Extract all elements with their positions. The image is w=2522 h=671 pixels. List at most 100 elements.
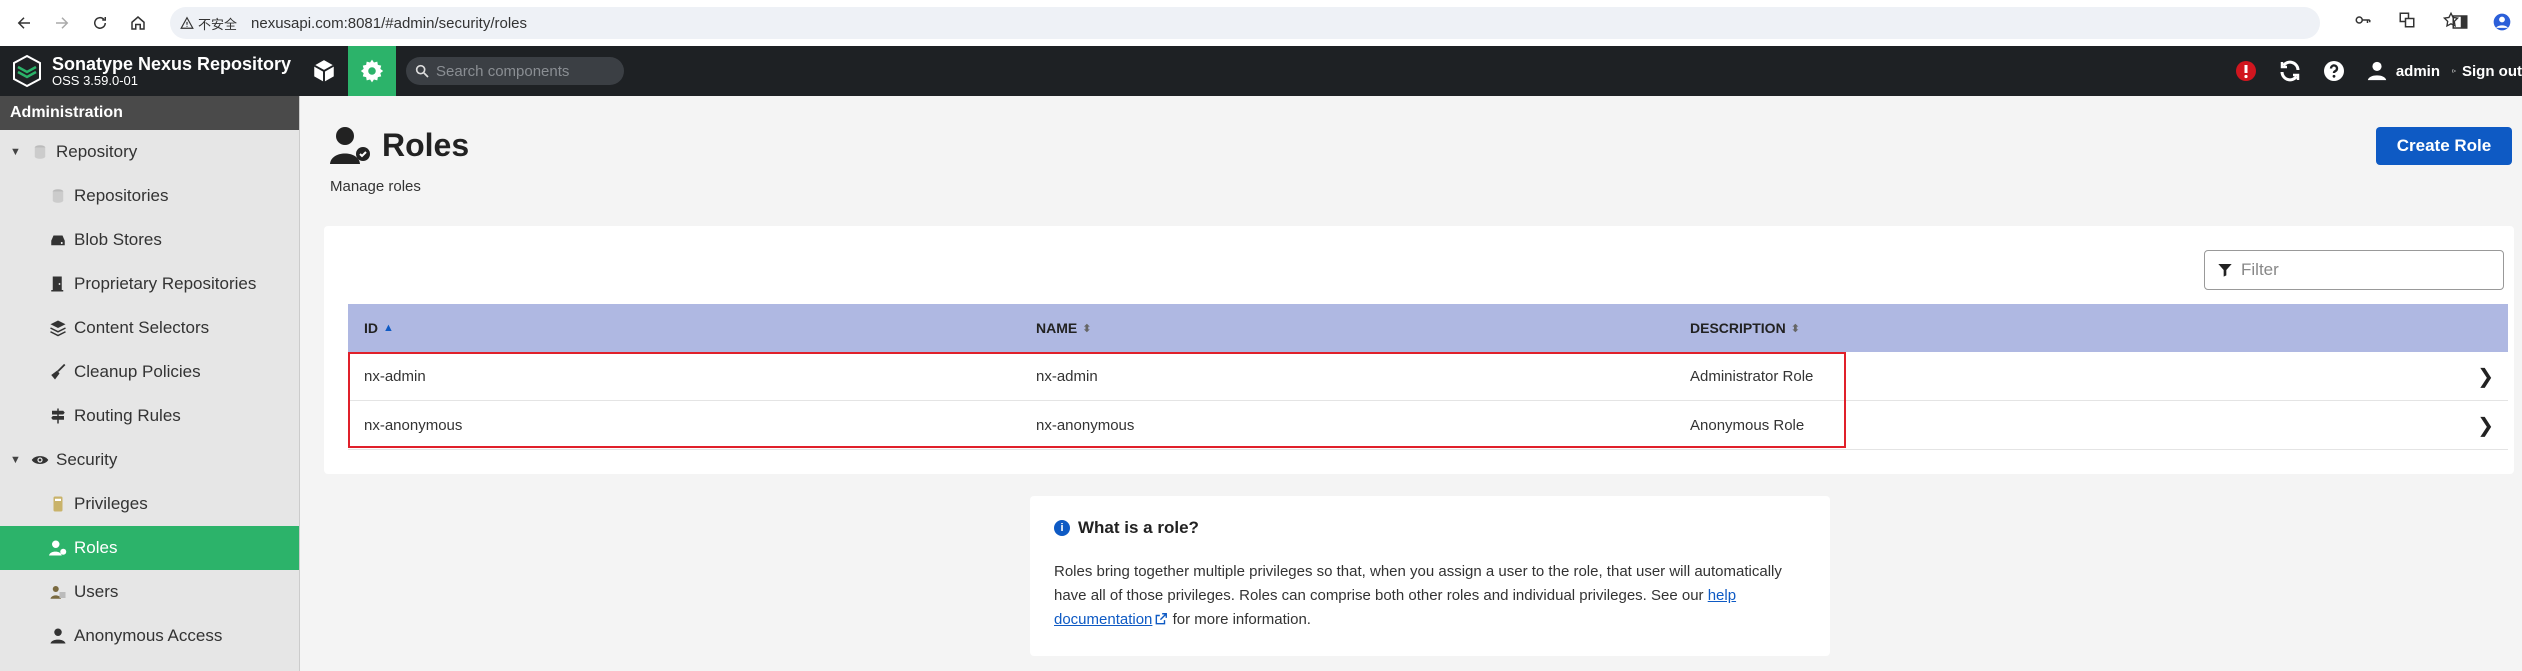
sidebar-group-repository[interactable]: ▼ Repository: [0, 130, 299, 174]
cube-icon: [313, 60, 335, 82]
role-description: Administrator Role: [1690, 367, 1814, 385]
role-name: nx-anonymous: [1036, 416, 1135, 434]
gear-icon: [360, 59, 384, 83]
database-icon: [30, 142, 50, 162]
back-icon[interactable]: [10, 9, 38, 37]
admin-mode-button[interactable]: [348, 46, 396, 96]
sidebar-item-blob-stores[interactable]: Blob Stores: [0, 218, 299, 262]
sort-icon: ⬍: [1082, 322, 1092, 335]
security-warning[interactable]: 不安全: [180, 14, 251, 33]
info-text-after: for more information.: [1168, 611, 1311, 628]
sidebar-item-label: Content Selectors: [74, 318, 210, 337]
info-text-before: Roles bring together multiple privileges…: [1054, 563, 1782, 604]
sidebar-item-label: Users: [74, 582, 119, 601]
search-icon: [415, 64, 429, 78]
users-icon: [48, 582, 68, 602]
sort-asc-icon: ▲: [383, 322, 394, 334]
filter-input[interactable]: [2241, 260, 2491, 280]
door-icon: [48, 274, 68, 294]
table-row[interactable]: nx-admin nx-admin Administrator Role ❯: [348, 352, 2508, 401]
sidebar-item-label: Security: [56, 450, 118, 469]
drive-icon: [48, 230, 68, 250]
roles-table: ID ▲ NAME ⬍ DESCRIPTION ⬍ nx-admin nx-ad…: [348, 304, 2508, 450]
sidebar-item-proprietary-repositories[interactable]: Proprietary Repositories: [0, 262, 299, 306]
table-row[interactable]: nx-anonymous nx-anonymous Anonymous Role…: [348, 401, 2508, 450]
browser-toolbar: 不安全 nexusapi.com:8081/#admin/security/ro…: [0, 0, 2522, 46]
role-id: nx-anonymous: [364, 416, 463, 434]
sort-icon: ⬍: [1790, 322, 1800, 335]
caret-down-icon[interactable]: ▼: [10, 454, 24, 466]
sidebar-item-users[interactable]: Users: [0, 570, 299, 614]
sidebar-heading: Administration: [0, 96, 299, 130]
app-title: Sonatype Nexus Repository: [52, 53, 292, 74]
search-input[interactable]: [436, 62, 616, 80]
sonatype-logo-icon: [13, 54, 41, 88]
app-logo[interactable]: Sonatype Nexus Repository OSS 3.59.0-01: [0, 46, 300, 96]
info-title: i What is a role?: [1054, 518, 1806, 538]
system-alert-icon[interactable]: [2224, 46, 2268, 96]
info-title-text: What is a role?: [1078, 518, 1199, 537]
user-icon: [2367, 61, 2386, 81]
sidebar-item-repositories[interactable]: Repositories: [0, 174, 299, 218]
sidebar-item-privileges[interactable]: Privileges: [0, 482, 299, 526]
database-icon: [48, 186, 68, 206]
address-bar[interactable]: 不安全 nexusapi.com:8081/#admin/security/ro…: [170, 7, 2320, 39]
browse-mode-button[interactable]: [300, 46, 348, 96]
sidebar-item-anonymous-access[interactable]: Anonymous Access: [0, 614, 299, 658]
page-subtitle: Manage roles: [330, 178, 421, 195]
search-box[interactable]: [406, 57, 624, 85]
role-name: nx-admin: [1036, 367, 1098, 385]
sidebar-item-label: Repository: [56, 142, 138, 161]
sign-out-button[interactable]: Sign out: [2452, 61, 2522, 81]
sidebar-item-label: Proprietary Repositories: [74, 274, 257, 293]
app-version: OSS 3.59.0-01: [52, 72, 138, 88]
sidebar-item-label: Routing Rules: [74, 406, 181, 425]
user-menu[interactable]: admin: [2356, 60, 2452, 82]
help-icon[interactable]: [2312, 46, 2356, 96]
translate-icon[interactable]: [2396, 9, 2418, 31]
sidebar-item-roles[interactable]: Roles: [0, 526, 299, 570]
sidebar-item-label: Cleanup Policies: [74, 362, 201, 381]
medal-icon: [48, 494, 68, 514]
role-id: nx-admin: [364, 367, 426, 385]
home-icon[interactable]: [124, 9, 152, 37]
page-title: Roles: [330, 126, 469, 164]
sidebar-item-routing-rules[interactable]: Routing Rules: [0, 394, 299, 438]
info-icon: i: [1054, 520, 1070, 536]
refresh-icon[interactable]: [2268, 46, 2312, 96]
column-header-id[interactable]: ID ▲: [364, 320, 394, 336]
column-header-name[interactable]: NAME ⬍: [1036, 320, 1091, 336]
profile-icon[interactable]: [2490, 8, 2514, 36]
sidebar-item-cleanup-policies[interactable]: Cleanup Policies: [0, 350, 299, 394]
filter-box[interactable]: [2204, 250, 2504, 290]
filter-icon: [2218, 264, 2232, 277]
page-title-text: Roles: [382, 126, 470, 163]
side-panel-icon[interactable]: [2448, 8, 2472, 36]
column-header-description[interactable]: DESCRIPTION ⬍: [1690, 320, 1800, 336]
sidebar-item-label: Privileges: [74, 494, 148, 513]
app-header: Sonatype Nexus Repository OSS 3.59.0-01 …: [0, 46, 2522, 96]
external-link-icon[interactable]: [1154, 612, 1168, 626]
chevron-right-icon[interactable]: ❯: [2477, 413, 2494, 438]
sidebar-item-content-selectors[interactable]: Content Selectors: [0, 306, 299, 350]
info-text: Roles bring together multiple privileges…: [1054, 560, 1806, 632]
caret-down-icon[interactable]: ▼: [10, 146, 24, 158]
sidebar-group-security[interactable]: ▼ Security: [0, 438, 299, 482]
table-header: ID ▲ NAME ⬍ DESCRIPTION ⬍: [348, 304, 2508, 352]
admin-sidebar: Administration ▼ Repository Repositories…: [0, 96, 300, 671]
eye-icon: [30, 450, 50, 470]
signpost-icon: [48, 406, 68, 426]
forward-icon[interactable]: [48, 9, 76, 37]
reload-icon[interactable]: [86, 9, 114, 37]
warning-icon: [180, 16, 194, 29]
sign-out-label: Sign out: [2462, 62, 2522, 80]
column-header-label: DESCRIPTION: [1690, 320, 1786, 336]
url-text[interactable]: nexusapi.com:8081/#admin/security/roles: [251, 15, 527, 32]
password-key-icon[interactable]: [2352, 9, 2374, 31]
create-role-button[interactable]: Create Role: [2376, 127, 2512, 165]
column-header-label: NAME: [1036, 320, 1078, 336]
main-content: Roles Manage roles Create Role ID ▲ NAME…: [300, 96, 2522, 671]
sidebar-item-label: Anonymous Access: [74, 626, 223, 645]
chevron-right-icon[interactable]: ❯: [2477, 364, 2494, 389]
security-label: 不安全: [198, 16, 238, 32]
